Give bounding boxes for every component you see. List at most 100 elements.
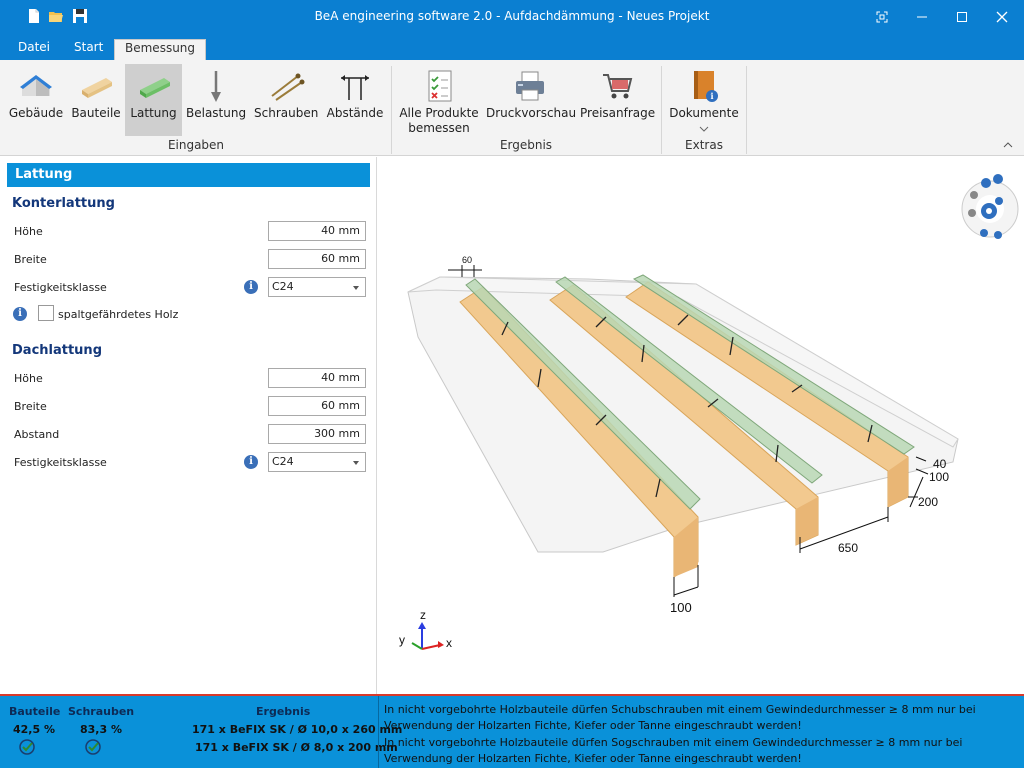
warning-message: In nicht vorgebohrte Holzbauteile dürfen…: [384, 703, 976, 732]
spaltgefaehrdet-checkbox[interactable]: [38, 305, 54, 321]
title-bar: BeA engineering software 2.0 - Aufdachdä…: [0, 0, 1024, 34]
ribbon-lattung-button[interactable]: Lattung: [125, 64, 182, 136]
info-icon[interactable]: i: [244, 280, 258, 294]
ribbon-dokumente-button[interactable]: i Dokumente: [668, 64, 740, 136]
ribbon-label-bauteile: Bauteile: [71, 106, 121, 120]
tab-datei[interactable]: Datei: [8, 39, 60, 60]
panel-title: Lattung: [7, 163, 370, 187]
fullscreen-icon: [876, 11, 888, 23]
info-icon[interactable]: i: [13, 307, 27, 321]
ribbon-schrauben-button[interactable]: Schrauben: [254, 64, 318, 136]
dropdown-arrow-icon: [353, 286, 359, 290]
axis-y-label: y: [399, 633, 405, 647]
maximize-button[interactable]: [942, 0, 982, 34]
close-icon: [996, 11, 1008, 23]
ribbon-label-alle-produkte: Alle Produkte bemessen: [399, 106, 479, 135]
label-dach-breite: Breite: [14, 400, 47, 413]
check-icon: [19, 739, 35, 755]
checklist-icon: [428, 70, 452, 102]
ribbon-belastung-button[interactable]: Belastung: [186, 64, 246, 136]
axis-triad: [411, 622, 444, 650]
ribbon-label-dokumente: Dokumente: [669, 106, 739, 120]
ribbon-group-extras: Extras: [685, 138, 723, 152]
status-schrauben-label: Schrauben: [68, 705, 135, 718]
screws-icon: [271, 73, 305, 101]
konter-festigkeit-value: C24: [272, 280, 294, 293]
ribbon-separator: [746, 66, 747, 154]
menu-bar: Datei Start Bemessung: [0, 34, 1024, 60]
roof-3d-drawing: 60 40 100 200 650 100 z y x: [399, 174, 1019, 650]
dim-label-650: 650: [838, 541, 858, 555]
dim-label-100-bottom: 100: [670, 600, 692, 615]
ribbon-label-preisanfrage: Preisanfrage: [580, 106, 656, 120]
dropdown-arrow-icon: [353, 461, 359, 465]
status-ergebnis-label: Ergebnis: [256, 705, 311, 718]
ribbon-label-druckvorschau: Druckvorschau: [486, 106, 577, 120]
ribbon-bauteile-button[interactable]: Bauteile: [68, 64, 124, 136]
timber-beam-icon: [82, 78, 112, 98]
section-konterlattung: Konterlattung: [12, 196, 115, 211]
minimize-button[interactable]: [902, 0, 942, 34]
dach-abstand-input[interactable]: 300 mm: [268, 424, 366, 444]
app-window: BeA engineering software 2.0 - Aufdachdä…: [0, 0, 1024, 768]
building-icon: [20, 75, 52, 96]
documents-book-icon: i: [694, 71, 718, 102]
konter-breite-input[interactable]: 60 mm: [268, 249, 366, 269]
konter-festigkeit-select[interactable]: C24: [268, 277, 366, 297]
label-konter-festigkeit: Festigkeitsklasse: [14, 281, 107, 294]
label-dach-abstand: Abstand: [14, 428, 60, 441]
dach-hoehe-input[interactable]: 40 mm: [268, 368, 366, 388]
dim-label-60: 60: [462, 255, 472, 265]
shopping-cart-icon: [603, 74, 633, 99]
input-panel: Lattung Konterlattung Höhe 40 mm Breite …: [0, 157, 377, 694]
label-dach-hoehe: Höhe: [14, 372, 43, 385]
check-icon: [85, 739, 101, 755]
tab-start[interactable]: Start: [64, 39, 113, 60]
label-dach-festigkeit: Festigkeitsklasse: [14, 456, 107, 469]
dach-festigkeit-select[interactable]: C24: [268, 452, 366, 472]
dim-label-100: 100: [929, 470, 949, 484]
status-bar: Bauteile 42,5 % Schrauben 83,3 % Ergebni…: [0, 696, 1024, 768]
dim-label-200: 200: [918, 495, 938, 509]
dim-label-40: 40: [933, 457, 947, 471]
status-schrauben-value: 83,3 %: [80, 723, 122, 736]
printer-icon: [516, 71, 544, 101]
svg-text:i: i: [710, 91, 713, 101]
status-bauteile-label: Bauteile: [9, 705, 61, 718]
info-icon[interactable]: i: [244, 455, 258, 469]
status-bauteile-value: 42,5 %: [13, 723, 55, 736]
minimize-icon: [917, 16, 927, 18]
label-spaltgefaehrdet: spaltgefährdetes Holz: [58, 308, 179, 321]
axis-x-label: x: [446, 636, 452, 650]
dach-festigkeit-value: C24: [272, 455, 294, 468]
ribbon-label-schrauben: Schrauben: [254, 106, 319, 120]
warning-messages: In nicht vorgebohrte Holzbauteile dürfen…: [378, 696, 1024, 768]
ribbon-druckvorschau-button[interactable]: Druckvorschau: [486, 64, 577, 136]
close-button[interactable]: [982, 0, 1022, 34]
ribbon: Gebäude Bauteile Lattung Belastung Schra…: [0, 60, 1024, 156]
view-navigation-wheel[interactable]: [961, 174, 1019, 239]
dach-breite-input[interactable]: 60 mm: [268, 396, 366, 416]
ribbon-label-gebaeude: Gebäude: [8, 106, 64, 120]
ribbon-label-abstaende: Abstände: [326, 106, 384, 120]
fullscreen-button[interactable]: [862, 0, 902, 34]
axis-z-label: z: [420, 608, 426, 622]
ribbon-preisanfrage-button[interactable]: Preisanfrage: [580, 64, 656, 136]
konter-hoehe-input[interactable]: 40 mm: [268, 221, 366, 241]
ribbon-alle-produkte-button[interactable]: Alle Produkte bemessen: [398, 64, 480, 136]
ribbon-abstaende-button[interactable]: Abstände: [326, 64, 384, 136]
result-line-2: 171 x BeFIX SK / Ø 8,0 x 200 mm: [195, 741, 398, 754]
warning-message: In nicht vorgebohrte Holzbauteile dürfen…: [384, 736, 963, 765]
ribbon-group-ergebnis: Ergebnis: [499, 138, 553, 152]
ribbon-group-eingaben: Eingaben: [167, 138, 225, 152]
ribbon-label-belastung: Belastung: [186, 106, 247, 120]
tab-bemessung[interactable]: Bemessung: [114, 39, 207, 60]
maximize-icon: [957, 12, 967, 22]
3d-view[interactable]: 60 40 100 200 650 100 z y x: [378, 157, 1024, 694]
ribbon-gebaeude-button[interactable]: Gebäude: [6, 64, 66, 136]
spacing-icon: [341, 75, 369, 100]
collapse-ribbon-icon[interactable]: [1003, 142, 1013, 148]
label-konter-breite: Breite: [14, 253, 47, 266]
section-dachlattung: Dachlattung: [12, 343, 102, 358]
label-konter-hoehe: Höhe: [14, 225, 43, 238]
